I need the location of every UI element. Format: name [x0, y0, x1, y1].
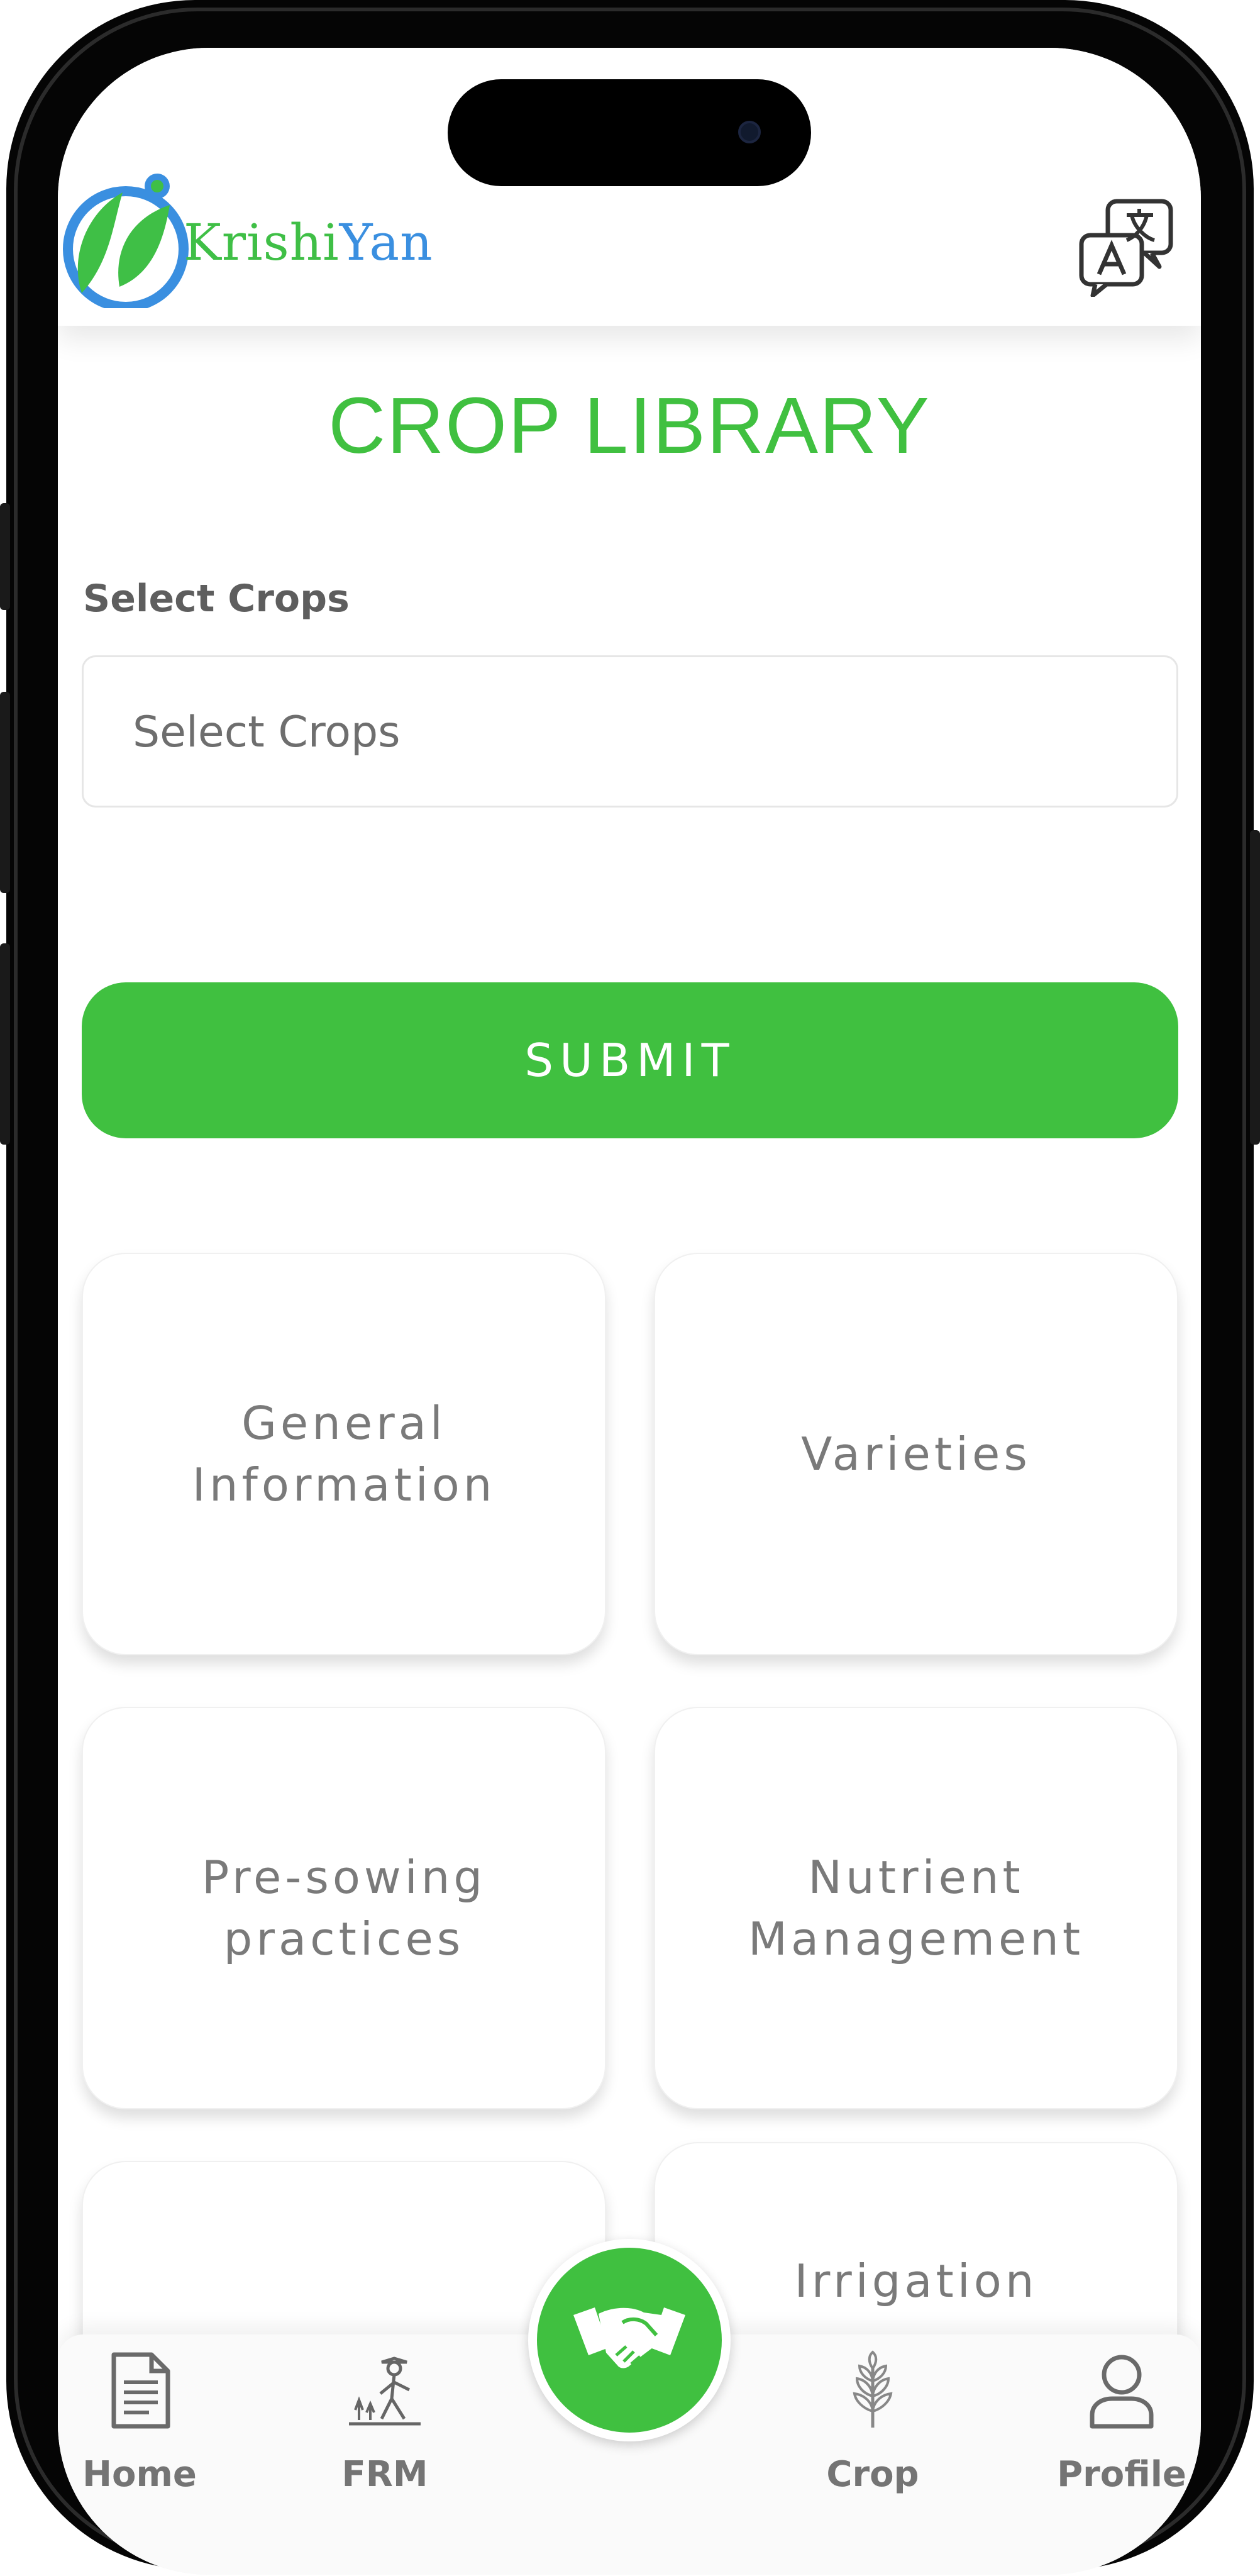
nav-crop-label: Crop	[826, 2454, 919, 2495]
nav-frm-label: FRM	[341, 2454, 428, 2495]
dynamic-island	[448, 79, 811, 186]
brand-part-yan: Yan	[339, 213, 433, 272]
page-title: CROP LIBRARY	[328, 381, 931, 470]
user-icon	[1090, 2355, 1154, 2429]
mute-switch	[0, 503, 10, 610]
volume-down-button	[0, 943, 10, 1145]
app-screen: KrishiYan CROP LIBRARY Select Crops Sele…	[58, 48, 1201, 2575]
nav-home[interactable]: Home	[58, 2350, 221, 2497]
select-crops-dropdown[interactable]: Select Crops	[82, 655, 1178, 808]
brand-name: KrishiYan	[184, 211, 433, 274]
farmer-icon	[349, 2357, 421, 2426]
select-crops-label: Select Crops	[83, 577, 350, 621]
translate-icon[interactable]	[1076, 196, 1177, 297]
brand-part-krishi: Krishi	[184, 213, 340, 272]
card-general-information[interactable]: General Information	[82, 1253, 606, 1655]
card-label: General Information	[192, 1397, 496, 1511]
front-camera-icon	[738, 121, 761, 143]
card-label: Pre-sowing practices	[201, 1851, 487, 1965]
card-varieties[interactable]: Varieties	[654, 1253, 1178, 1655]
volume-up-button	[0, 692, 10, 893]
power-button	[1250, 830, 1260, 1145]
submit-button[interactable]: SUBMIT	[82, 982, 1178, 1138]
nav-profile[interactable]: Profile	[1040, 2350, 1201, 2497]
card-label: Irrigation	[794, 2255, 1038, 2307]
nav-profile-label: Profile	[1057, 2454, 1186, 2495]
nav-frm[interactable]: FRM	[303, 2350, 467, 2497]
wheat-icon	[853, 2350, 893, 2428]
card-label: Varieties	[801, 1428, 1031, 1480]
krishiyan-logo-icon	[63, 174, 189, 308]
nav-crop[interactable]: Crop	[791, 2350, 954, 2497]
handshake-icon	[573, 2307, 685, 2368]
select-crops-placeholder: Select Crops	[133, 708, 401, 757]
card-pre-sowing-practices[interactable]: Pre-sowing practices	[82, 1707, 606, 2109]
card-nutrient-management[interactable]: Nutrient Management	[654, 1707, 1178, 2109]
handshake-fab-button[interactable]	[528, 2239, 731, 2441]
document-icon	[111, 2352, 170, 2429]
nav-home-label: Home	[82, 2454, 197, 2495]
card-label: Nutrient Management	[748, 1851, 1085, 1965]
